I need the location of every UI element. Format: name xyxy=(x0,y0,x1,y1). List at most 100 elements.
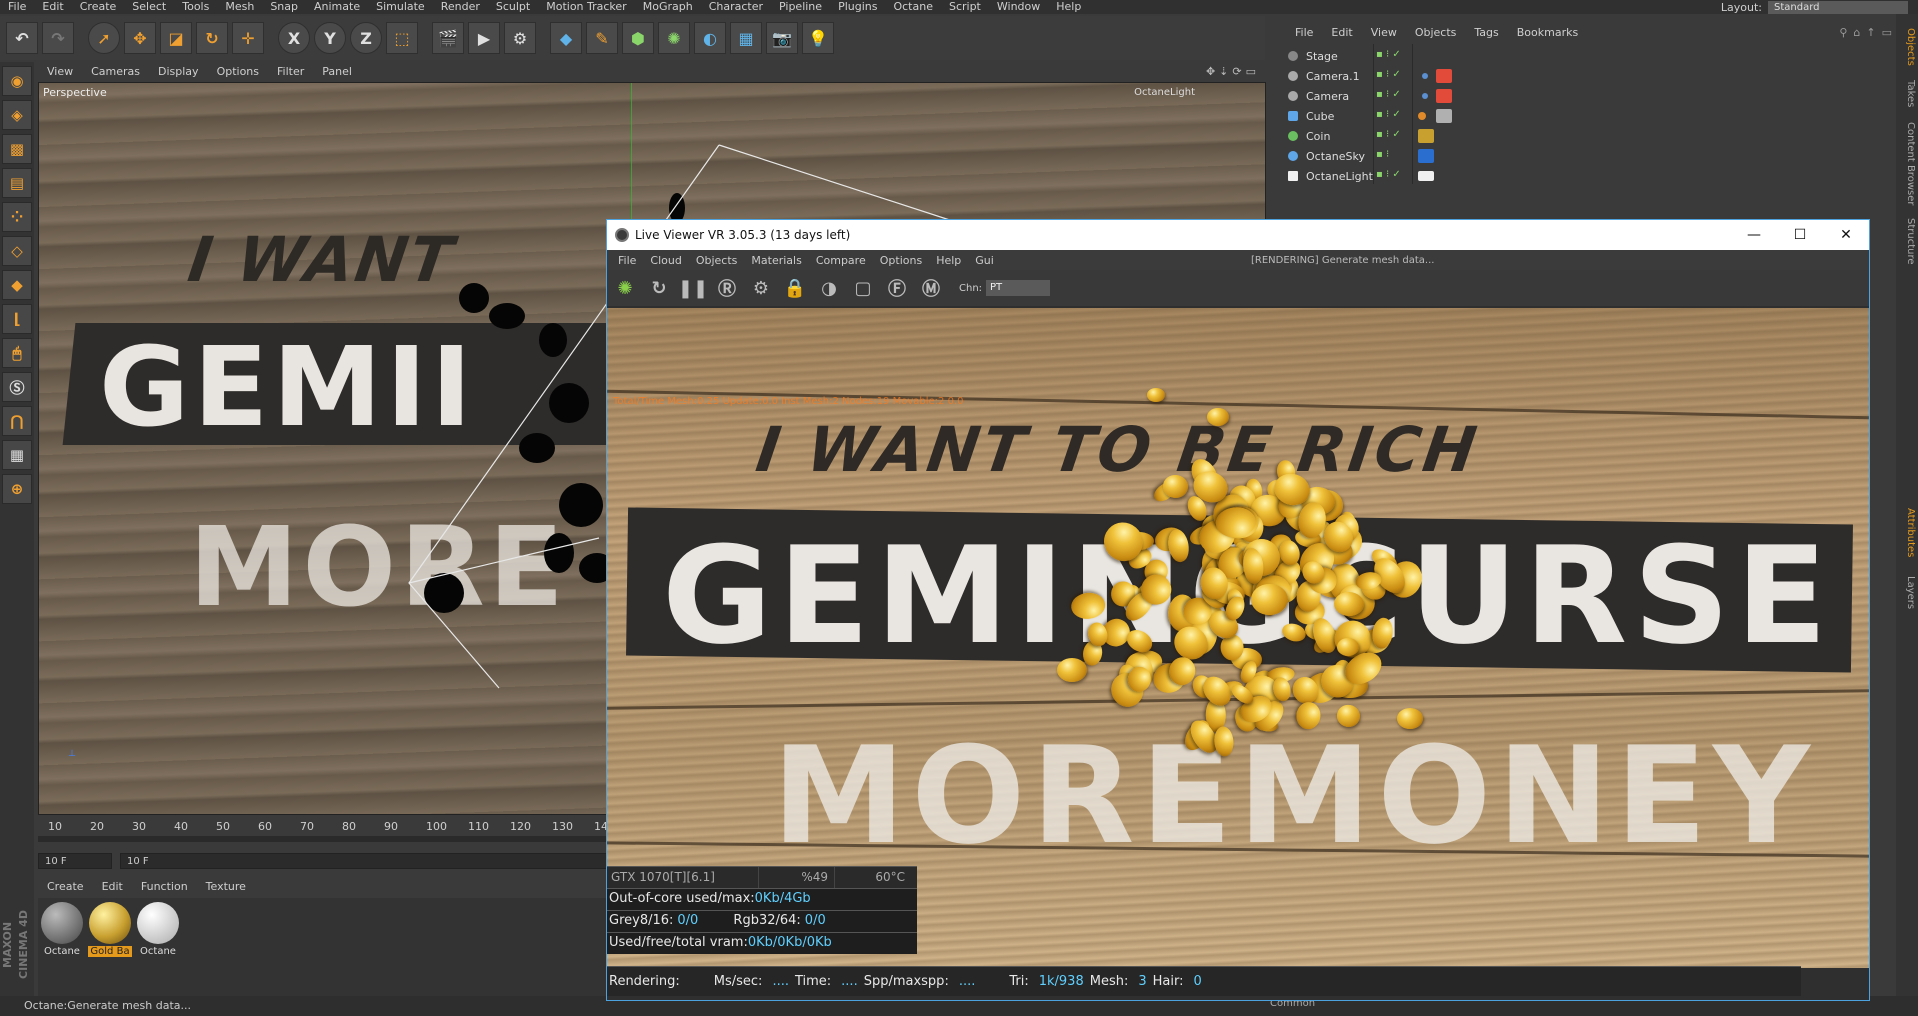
om-menu-edit[interactable]: Edit xyxy=(1322,26,1361,39)
magnet-icon[interactable]: ⋂ xyxy=(2,406,32,436)
points-mode-icon[interactable]: ⁘ xyxy=(2,202,32,232)
octane-camera-tag-icon[interactable] xyxy=(1436,89,1452,103)
object-row[interactable]: OctaneLight ▪ ⁝ ✓ xyxy=(1266,166,1906,186)
focus-picker-icon[interactable]: Ⓕ xyxy=(883,274,911,302)
lv-menu-materials[interactable]: Materials xyxy=(744,254,808,267)
viewport-menu-display[interactable]: Display xyxy=(149,65,208,78)
menu-simulate[interactable]: Simulate xyxy=(368,0,433,14)
planar-workplane-icon[interactable]: ⊕ xyxy=(2,474,32,504)
target-tag-icon[interactable] xyxy=(1422,73,1428,79)
menu-mograph[interactable]: MoGraph xyxy=(635,0,701,14)
menu-file[interactable]: File xyxy=(0,0,34,14)
cube-primitive-icon[interactable]: ◆ xyxy=(550,22,582,54)
menu-octane[interactable]: Octane xyxy=(885,0,941,14)
render-view-icon[interactable]: 🎬 xyxy=(432,22,464,54)
light-tag-icon[interactable] xyxy=(1418,171,1434,181)
scale-tool-icon[interactable]: ◪ xyxy=(160,22,192,54)
om-menu-bookmarks[interactable]: Bookmarks xyxy=(1508,26,1587,39)
tab-objects[interactable]: Objects xyxy=(1898,28,1916,66)
menu-select[interactable]: Select xyxy=(124,0,174,14)
material-menu-function[interactable]: Function xyxy=(132,880,197,896)
viewport-menu-options[interactable]: Options xyxy=(208,65,268,78)
material-swatch[interactable]: Octane xyxy=(40,902,84,957)
x-axis-lock-icon[interactable]: X xyxy=(278,22,310,54)
polygons-mode-icon[interactable]: ◆ xyxy=(2,270,32,300)
channel-dropdown[interactable]: PT xyxy=(986,280,1051,296)
object-row[interactable]: Cube ▪ ⁝ ✓ xyxy=(1266,106,1906,126)
object-row[interactable]: Camera.1 ▪ ⁝ ✓ xyxy=(1266,66,1906,86)
material-menu-texture[interactable]: Texture xyxy=(197,880,255,896)
texture-mode-icon[interactable]: ▩ xyxy=(2,134,32,164)
tweak-mode-icon[interactable]: 🖱 xyxy=(2,338,32,368)
viewport-nav-icons[interactable]: ✥⇣⟳▭ xyxy=(1206,65,1266,78)
menu-motion-tracker[interactable]: Motion Tracker xyxy=(538,0,634,14)
subdivision-icon[interactable]: ⬢ xyxy=(622,22,654,54)
viewport-menu-view[interactable]: View xyxy=(38,65,82,78)
maximize-icon[interactable]: ☐ xyxy=(1777,227,1823,243)
material-menu-edit[interactable]: Edit xyxy=(93,880,132,896)
menu-sculpt[interactable]: Sculpt xyxy=(488,0,538,14)
octane-camera-tag-icon[interactable] xyxy=(1436,69,1452,83)
om-menu-view[interactable]: View xyxy=(1362,26,1406,39)
visibility-flags[interactable]: ▪ ⁝ ✓ xyxy=(1376,129,1412,143)
lv-menu-options[interactable]: Options xyxy=(873,254,929,267)
light-icon[interactable]: 💡 xyxy=(802,22,834,54)
restart-render-icon[interactable]: ↻ xyxy=(645,274,673,302)
om-menu-tags[interactable]: Tags xyxy=(1465,26,1507,39)
om-menu-objects[interactable]: Objects xyxy=(1406,26,1466,39)
material-ball-icon[interactable]: ◑ xyxy=(815,274,843,302)
menu-pipeline[interactable]: Pipeline xyxy=(771,0,830,14)
render-settings-icon[interactable]: ⚙ xyxy=(504,22,536,54)
move-tool-icon[interactable]: ✥ xyxy=(124,22,156,54)
send-scene-and-render-icon[interactable]: ✺ xyxy=(611,274,639,302)
menu-tools[interactable]: Tools xyxy=(174,0,217,14)
target-tag-icon[interactable] xyxy=(1422,93,1428,99)
menu-render[interactable]: Render xyxy=(433,0,488,14)
menu-edit[interactable]: Edit xyxy=(34,0,71,14)
visibility-flags[interactable]: ▪ ⁝ xyxy=(1376,149,1412,163)
coordinate-system-icon[interactable]: ⬚ xyxy=(386,22,418,54)
close-icon[interactable]: ✕ xyxy=(1823,227,1869,243)
om-menu-file[interactable]: File xyxy=(1286,26,1322,39)
viewport-menu-cameras[interactable]: Cameras xyxy=(82,65,149,78)
viewport-menu-filter[interactable]: Filter xyxy=(268,65,313,78)
material-swatch[interactable]: Octane xyxy=(136,902,180,957)
undo-icon[interactable]: ↶ xyxy=(6,22,38,54)
floor-icon[interactable]: ▦ xyxy=(730,22,762,54)
settings-gear-icon[interactable]: ⚙ xyxy=(747,274,775,302)
visibility-flags[interactable]: ▪ ⁝ ✓ xyxy=(1376,49,1412,63)
pause-icon[interactable]: ❚❚ xyxy=(678,274,708,302)
pen-spline-icon[interactable]: ✎ xyxy=(586,22,618,54)
tab-content-browser[interactable]: Content Browser xyxy=(1898,122,1916,205)
environment-tag-icon[interactable] xyxy=(1418,149,1434,163)
deformer-icon[interactable]: ◐ xyxy=(694,22,726,54)
make-editable-icon[interactable]: ◉ xyxy=(2,66,32,96)
menu-character[interactable]: Character xyxy=(701,0,771,14)
visibility-flags[interactable]: ▪ ⁝ ✓ xyxy=(1376,109,1412,123)
rotate-tool-icon[interactable]: ↻ xyxy=(196,22,228,54)
menu-window[interactable]: Window xyxy=(989,0,1048,14)
model-mode-icon[interactable]: ◈ xyxy=(2,100,32,130)
recent-tool-icon[interactable]: ✛ xyxy=(232,22,264,54)
workplane-icon[interactable]: ▤ xyxy=(2,168,32,198)
array-icon[interactable]: ✺ xyxy=(658,22,690,54)
tab-structure[interactable]: Structure xyxy=(1898,218,1916,265)
region-render-icon[interactable]: Ⓡ xyxy=(713,274,741,302)
tab-takes[interactable]: Takes xyxy=(1898,80,1916,107)
y-axis-lock-icon[interactable]: Y xyxy=(314,22,346,54)
lv-menu-compare[interactable]: Compare xyxy=(809,254,873,267)
clay-mode-icon[interactable]: ▢ xyxy=(849,274,877,302)
viewport-menu-panel[interactable]: Panel xyxy=(313,65,361,78)
camera-icon[interactable]: 📷 xyxy=(766,22,798,54)
lv-menu-objects[interactable]: Objects xyxy=(689,254,745,267)
object-row[interactable]: Stage ▪ ⁝ ✓ xyxy=(1266,46,1906,66)
lv-menu-gui[interactable]: Gui xyxy=(968,254,1001,267)
snap-icon[interactable]: Ⓢ xyxy=(2,372,32,402)
tab-attributes[interactable]: Attributes xyxy=(1898,508,1916,557)
start-frame-field[interactable]: 10 F xyxy=(38,853,112,869)
object-row[interactable]: Camera ▪ ⁝ ✓ xyxy=(1266,86,1906,106)
menu-mesh[interactable]: Mesh xyxy=(217,0,262,14)
redo-icon[interactable]: ↷ xyxy=(42,22,74,54)
lv-menu-help[interactable]: Help xyxy=(929,254,968,267)
menu-plugins[interactable]: Plugins xyxy=(830,0,885,14)
